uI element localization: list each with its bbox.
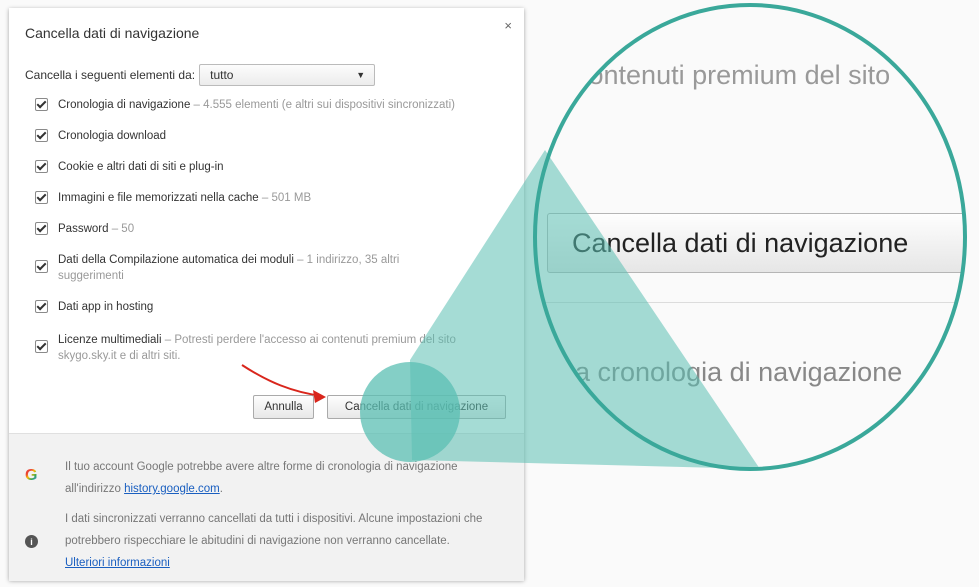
checkbox-item-media-licenses[interactable]: Licenze multimediali – Potresti perdere … [35, 332, 498, 364]
google-icon-wrap: G [25, 456, 47, 500]
google-g-icon: G [25, 467, 38, 484]
checkbox-item-download-history[interactable]: Cronologia download [35, 128, 498, 144]
checkbox-checked-icon[interactable] [35, 260, 48, 273]
sync-note-text: I dati sincronizzati verranno cancellati… [65, 508, 515, 574]
checkbox-item-passwords[interactable]: Password – 50 [35, 221, 498, 237]
time-range-label: Cancella i seguenti elementi da: [25, 68, 196, 82]
checkbox-checked-icon[interactable] [35, 160, 48, 173]
magnifier-content: contenuti premium del sito Cancella dati… [535, 5, 965, 469]
zoom-divider [535, 302, 965, 303]
magnifier-zoom: contenuti premium del sito Cancella dati… [535, 5, 965, 470]
zoom-bottom-text: a cronologia di navigazione [575, 357, 903, 387]
checkbox-checked-icon[interactable] [35, 129, 48, 142]
item-text: Cookie e altri dati di siti e plug-in [58, 159, 498, 175]
item-separator: – [258, 192, 272, 204]
sync-note-body: I dati sincronizzati verranno cancellati… [65, 513, 483, 547]
item-separator: – [293, 254, 307, 266]
checkbox-item-hosted-app-data[interactable]: Dati app in hosting [35, 299, 498, 315]
checkbox-item-cookies[interactable]: Cookie e altri dati di siti e plug-in [35, 159, 498, 175]
item-label: Password [58, 223, 109, 235]
item-label: Cronologia download [58, 130, 167, 142]
close-icon[interactable]: × [504, 18, 512, 33]
item-label: Cronologia di navigazione [58, 99, 191, 111]
learn-more-link[interactable]: Ulteriori informazioni [65, 557, 170, 569]
checkbox-item-browsing-history[interactable]: Cronologia di navigazione – 4.555 elemen… [35, 97, 498, 113]
item-separator: – [190, 99, 204, 111]
item-label: Licenze multimediali [58, 334, 162, 346]
checkbox-checked-icon[interactable] [35, 300, 48, 313]
item-text: Password – 50 [58, 221, 498, 237]
checkbox-checked-icon[interactable] [35, 191, 48, 204]
google-note-text: Il tuo account Google potrebbe avere alt… [65, 456, 515, 500]
item-text: Licenze multimediali – Potresti perdere … [58, 332, 498, 364]
checkbox-checked-icon[interactable] [35, 222, 48, 235]
item-text: Cronologia download [58, 128, 498, 144]
time-range-select[interactable]: tutto ▼ [199, 64, 376, 86]
clear-data-button[interactable]: Cancella dati di navigazione [327, 395, 506, 419]
item-text: Dati app in hosting [58, 299, 498, 315]
sync-note: i I dati sincronizzati verranno cancella… [25, 508, 515, 574]
info-icon: i [25, 535, 38, 548]
history-google-link[interactable]: history.google.com [124, 483, 220, 495]
item-label: Immagini e file memorizzati nella cache [58, 192, 259, 204]
item-label: Cookie e altri dati di siti e plug-in [58, 161, 224, 173]
item-detail: 501 MB [271, 192, 312, 204]
checkbox-item-autofill[interactable]: Dati della Compilazione automatica dei m… [35, 252, 458, 284]
item-text: Immagini e file memorizzati nella cache … [58, 190, 498, 206]
item-text: Cronologia di navigazione – 4.555 elemen… [58, 97, 498, 113]
google-note-end: . [219, 483, 223, 495]
dialog-title: Cancella dati di navigazione [25, 25, 200, 41]
zoom-top-text: contenuti premium del sito [575, 60, 891, 90]
item-separator: – [108, 223, 122, 235]
time-range-row: Cancella i seguenti elementi da: tutto ▼ [25, 64, 376, 86]
zoom-clear-button: Cancella dati di navigazione [547, 213, 965, 273]
item-detail: 4.555 elementi (e altri sui dispositivi … [203, 99, 455, 111]
item-label: Dati della Compilazione automatica dei m… [58, 254, 294, 266]
google-account-note: G Il tuo account Google potrebbe avere a… [25, 456, 515, 500]
item-text: Dati della Compilazione automatica dei m… [58, 252, 458, 284]
item-detail: 50 [121, 223, 135, 235]
time-range-value: tutto [210, 68, 234, 82]
checkbox-checked-icon[interactable] [35, 340, 48, 353]
magnifier-clip: contenuti premium del sito Cancella dati… [535, 5, 965, 469]
cancel-button[interactable]: Annulla [253, 395, 314, 419]
dropdown-arrow-icon: ▼ [356, 70, 366, 80]
checkbox-checked-icon[interactable] [35, 98, 48, 111]
clear-browsing-data-dialog: Cancella dati di navigazione × Cancella … [9, 8, 524, 581]
item-separator: – [161, 334, 175, 346]
dialog-footer: G Il tuo account Google potrebbe avere a… [9, 433, 524, 581]
item-label: Dati app in hosting [58, 301, 154, 313]
info-icon-wrap: i [25, 508, 47, 574]
checkbox-item-cache[interactable]: Immagini e file memorizzati nella cache … [35, 190, 498, 206]
